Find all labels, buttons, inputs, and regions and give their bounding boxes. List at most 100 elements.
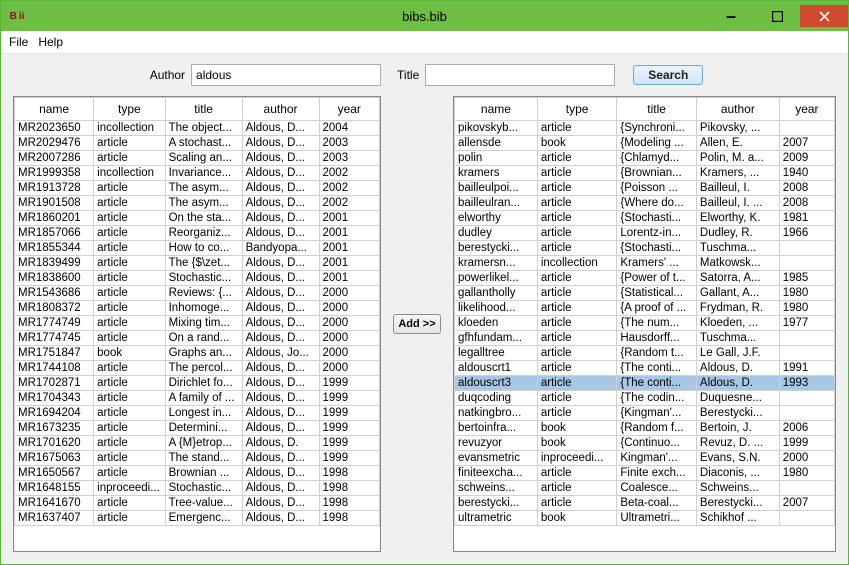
table-row[interactable]: elworthyarticle{Stochasti...Elworthy, K.…	[455, 211, 835, 226]
table-row[interactable]: legalltreearticle{Random t...Le Gall, J.…	[455, 346, 835, 361]
table-row[interactable]: MR2029476articleA stochast...Aldous, D..…	[15, 136, 380, 151]
table-row[interactable]: MR1999358incollectionInvariance...Aldous…	[15, 166, 380, 181]
right-table-wrap: name type title author year pikovskyb...…	[453, 96, 836, 552]
cell-type: book	[537, 136, 617, 151]
table-row[interactable]: MR1641670articleTree-value...Aldous, D..…	[15, 496, 380, 511]
table-row[interactable]: MR1694204articleLongest in...Aldous, D..…	[15, 406, 380, 421]
table-row[interactable]: MR2007286articleScaling an...Aldous, D..…	[15, 151, 380, 166]
table-row[interactable]: MR1855344articleHow to co...Bandyopa...2…	[15, 241, 380, 256]
table-row[interactable]: MR1774745articleOn a rand...Aldous, D...…	[15, 331, 380, 346]
col-type[interactable]: type	[94, 98, 165, 121]
table-row[interactable]: MR1751847bookGraphs an...Aldous, Jo...20…	[15, 346, 380, 361]
table-row[interactable]: finiteexcha...articleFinite exch...Diaco…	[455, 466, 835, 481]
cell-year: 2002	[319, 196, 379, 211]
table-row[interactable]: kramersn...incollectionKramers' ...Matko…	[455, 256, 835, 271]
col-title[interactable]: title	[617, 98, 697, 121]
table-row[interactable]: MR1648155inproceedi...Stochastic...Aldou…	[15, 481, 380, 496]
table-row[interactable]: MR1774749articleMixing tim...Aldous, D..…	[15, 316, 380, 331]
table-row[interactable]: pikovskyb...article{Synchroni...Pikovsky…	[455, 121, 835, 136]
table-row[interactable]: polinarticle{Chlamyd...Polin, M. a...200…	[455, 151, 835, 166]
table-row[interactable]: gfhfundam...articleHausdorff...Tuschma..…	[455, 331, 835, 346]
table-row[interactable]: evansmetricinproceedi...Kingman'...Evans…	[455, 451, 835, 466]
table-row[interactable]: MR2023650incollectionThe object...Aldous…	[15, 121, 380, 136]
menu-file[interactable]: File	[9, 35, 28, 49]
table-row[interactable]: dudleyarticleLorentz-in...Dudley, R.1966	[455, 226, 835, 241]
table-row[interactable]: bertoinfra...book{Random f...Bertoin, J.…	[455, 421, 835, 436]
col-year[interactable]: year	[779, 98, 834, 121]
cell-author: Bailleul, I. ...	[696, 196, 779, 211]
cell-name: kramers	[455, 166, 538, 181]
cell-year: 2007	[779, 136, 834, 151]
table-row[interactable]: MR1704343articleA family of ...Aldous, D…	[15, 391, 380, 406]
right-scroll[interactable]: name type title author year pikovskyb...…	[454, 97, 835, 551]
table-row[interactable]: MR1673235articleDetermini...Aldous, D...…	[15, 421, 380, 436]
col-type[interactable]: type	[537, 98, 617, 121]
table-row[interactable]: ultrametricbookUltrametri...Schikhof ...	[455, 511, 835, 526]
search-button[interactable]: Search	[633, 65, 703, 85]
table-row[interactable]: gallanthollyarticle{Statistical...Gallan…	[455, 286, 835, 301]
menu-help[interactable]: Help	[38, 35, 63, 49]
col-name[interactable]: name	[455, 98, 538, 121]
table-row[interactable]: berestycki...articleBeta-coal...Berestyc…	[455, 496, 835, 511]
cell-title: The stand...	[165, 451, 242, 466]
table-row[interactable]: likelihood...article{A proof of ...Frydm…	[455, 301, 835, 316]
table-row[interactable]: kloedenarticle{The num...Kloeden, ...197…	[455, 316, 835, 331]
table-row[interactable]: MR1702871articleDirichlet fo...Aldous, D…	[15, 376, 380, 391]
table-row[interactable]: aldouscrt1article{The conti...Aldous, D.…	[455, 361, 835, 376]
table-row[interactable]: duqcodingarticle{The codin...Duquesne...	[455, 391, 835, 406]
table-row[interactable]: MR1901508articleThe asym...Aldous, D...2…	[15, 196, 380, 211]
col-author[interactable]: author	[696, 98, 779, 121]
table-row[interactable]: allensdebook{Modeling ...Allen, E.2007	[455, 136, 835, 151]
table-row[interactable]: natkingbro...article{Kingman'...Berestyc…	[455, 406, 835, 421]
cell-name: dudley	[455, 226, 538, 241]
cell-author: Aldous, D...	[242, 271, 319, 286]
cell-name: MR1838600	[15, 271, 94, 286]
table-row[interactable]: bailleulran...article{Where do...Bailleu…	[455, 196, 835, 211]
author-input[interactable]	[191, 64, 381, 86]
table-row[interactable]: bailleulpoi...article{Poisson ...Bailleu…	[455, 181, 835, 196]
table-row[interactable]: MR1701620articleA {M}etrop...Aldous, D.1…	[15, 436, 380, 451]
table-row[interactable]: MR1744108articleThe percol...Aldous, D..…	[15, 361, 380, 376]
cell-type: article	[94, 136, 165, 151]
cell-title: Kingman'...	[617, 451, 697, 466]
cell-author: Aldous, D...	[242, 361, 319, 376]
col-title[interactable]: title	[165, 98, 242, 121]
add-button[interactable]: Add >>	[393, 314, 440, 334]
cell-author: Aldous, D...	[242, 391, 319, 406]
close-button[interactable]	[800, 5, 848, 27]
cell-author: Aldous, D...	[242, 121, 319, 136]
cell-author: Gallant, A...	[696, 286, 779, 301]
table-row[interactable]: MR1637407articleEmergenc...Aldous, D...1…	[15, 511, 380, 526]
col-name[interactable]: name	[15, 98, 94, 121]
cell-type: article	[537, 361, 617, 376]
table-row[interactable]: MR1838600articleStochastic...Aldous, D..…	[15, 271, 380, 286]
table-row[interactable]: MR1857066articleReorganiz...Aldous, D...…	[15, 226, 380, 241]
col-author[interactable]: author	[242, 98, 319, 121]
table-row[interactable]: aldouscrt3article{The conti...Aldous, D.…	[455, 376, 835, 391]
cell-year: 2002	[319, 181, 379, 196]
table-row[interactable]: MR1839499articleThe {$\zet...Aldous, D..…	[15, 256, 380, 271]
table-row[interactable]: powerlikel...article{Power of t...Satorr…	[455, 271, 835, 286]
table-row[interactable]: MR1860201articleOn the sta...Aldous, D..…	[15, 211, 380, 226]
left-scroll[interactable]: name type title author year MR2023650inc…	[14, 97, 380, 551]
table-row[interactable]: revuzyorbook{Continuo...Revuz, D. ...199…	[455, 436, 835, 451]
cell-year	[779, 511, 834, 526]
minimize-button[interactable]: –	[708, 5, 754, 31]
app-window: Bii bibs.bib – File Help Author Title Se…	[0, 0, 849, 565]
table-row[interactable]: MR1650567articleBrownian ...Aldous, D...…	[15, 466, 380, 481]
cell-title: Ultrametri...	[617, 511, 697, 526]
title-input[interactable]	[425, 64, 615, 86]
maximize-button[interactable]	[754, 5, 800, 27]
app-icon: Bii	[9, 8, 25, 24]
table-row[interactable]: MR1913728articleThe asym...Aldous, D...2…	[15, 181, 380, 196]
col-year[interactable]: year	[319, 98, 379, 121]
table-row[interactable]: berestycki...article{Stochasti...Tuschma…	[455, 241, 835, 256]
table-row[interactable]: kramersarticle{Brownian...Kramers, ...19…	[455, 166, 835, 181]
table-row[interactable]: schweins...articleCoalesce...Schweins...	[455, 481, 835, 496]
table-row[interactable]: MR1675063articleThe stand...Aldous, D...…	[15, 451, 380, 466]
cell-name: MR2029476	[15, 136, 94, 151]
table-row[interactable]: MR1543686articleReviews: {...Aldous, D..…	[15, 286, 380, 301]
cell-type: article	[94, 241, 165, 256]
table-row[interactable]: MR1808372articleInhomoge...Aldous, D...2…	[15, 301, 380, 316]
cell-year: 2008	[779, 181, 834, 196]
